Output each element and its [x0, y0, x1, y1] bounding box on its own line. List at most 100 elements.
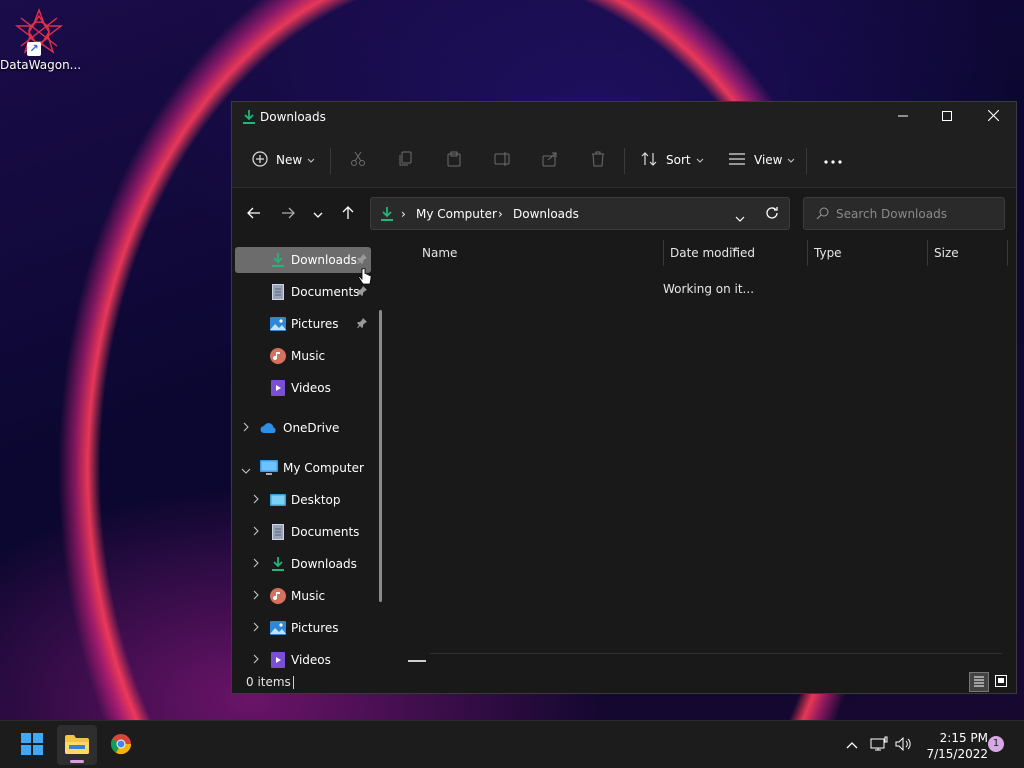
sidebar-item-my-computer[interactable]: My Computer: [235, 455, 371, 481]
more-options-button[interactable]: [824, 132, 842, 188]
document-icon: [269, 283, 287, 301]
arrow-left-icon: [247, 207, 261, 222]
breadcrumb-separator-icon: ›: [401, 207, 406, 221]
share-button[interactable]: [542, 132, 558, 188]
column-header-date-modified[interactable]: Date modified: [670, 246, 755, 260]
column-separator[interactable]: [1007, 240, 1008, 266]
document-icon: [269, 523, 287, 541]
chevron-down-icon: [787, 153, 795, 167]
show-hidden-icons-button[interactable]: [842, 721, 862, 768]
download-icon: [242, 109, 256, 128]
rename-button[interactable]: [494, 132, 512, 188]
sidebar-item-desktop[interactable]: Desktop: [235, 487, 371, 513]
volume-button[interactable]: [893, 721, 915, 768]
toolbar-separator: [806, 148, 807, 174]
column-separator[interactable]: [927, 240, 928, 266]
toolbar-separator: [330, 148, 331, 174]
chevron-right-icon: [253, 557, 259, 571]
maximize-button[interactable]: [924, 102, 970, 132]
network-status-button[interactable]: [868, 721, 890, 768]
recent-locations-button[interactable]: [306, 203, 330, 225]
address-history-dropdown[interactable]: [735, 211, 745, 225]
music-icon: [269, 587, 287, 605]
sidebar-item-videos[interactable]: Videos: [235, 375, 371, 401]
sort-button[interactable]: Sort: [640, 132, 704, 188]
sidebar-item-pictures[interactable]: Pictures: [235, 615, 371, 641]
start-icon: [21, 732, 43, 758]
command-bar: New Sort View: [232, 132, 1016, 188]
cut-button[interactable]: [350, 132, 366, 188]
forward-button[interactable]: [276, 203, 300, 225]
sort-label: Sort: [666, 153, 691, 167]
column-header-name[interactable]: Name: [422, 246, 457, 260]
pin-icon: [357, 317, 367, 331]
up-button[interactable]: [336, 203, 360, 225]
sidebar-item-label: Videos: [291, 653, 331, 667]
navigation-pane-scrollbar[interactable]: [379, 310, 382, 602]
speaker-icon: [895, 736, 913, 754]
chevron-right-icon: [253, 525, 259, 539]
delete-icon: [590, 151, 606, 170]
sidebar-item-downloads[interactable]: Downloads: [235, 551, 371, 577]
title-bar[interactable]: Downloads: [232, 102, 1016, 132]
column-header-size[interactable]: Size: [934, 246, 959, 260]
sidebar-item-documents[interactable]: Documents: [235, 279, 371, 305]
column-header-type[interactable]: Type: [814, 246, 842, 260]
sidebar-item-label: Pictures: [291, 621, 339, 635]
sidebar-item-videos[interactable]: Videos: [235, 647, 371, 672]
loading-status: Working on it...: [663, 282, 755, 296]
share-icon: [542, 151, 558, 170]
pictures-icon: [269, 315, 287, 333]
large-icons-view-icon: [995, 674, 1007, 690]
sidebar-item-label: Pictures: [291, 317, 339, 331]
arrow-up-icon: [342, 205, 354, 223]
system-clock[interactable]: 2:15 PM 7/15/2022: [918, 730, 988, 762]
search-input[interactable]: [836, 204, 996, 224]
breadcrumb-my-computer[interactable]: My Computer: [416, 207, 497, 221]
videos-icon: [269, 651, 287, 669]
paste-button[interactable]: [446, 132, 462, 188]
column-separator[interactable]: [663, 240, 664, 266]
sidebar-item-music[interactable]: Music: [235, 343, 371, 369]
new-button[interactable]: New: [252, 132, 315, 188]
sidebar-item-label: My Computer: [283, 461, 364, 475]
sidebar-item-pictures[interactable]: Pictures: [235, 311, 371, 337]
datawagon-logo-icon: ↗: [14, 8, 64, 56]
sidebar-item-music[interactable]: Music: [235, 583, 371, 609]
copy-icon: [398, 151, 414, 170]
horizontal-scrollbar[interactable]: [408, 660, 426, 662]
details-view-button[interactable]: [969, 672, 989, 692]
minimize-button[interactable]: [880, 102, 926, 132]
arrow-right-icon: [281, 207, 295, 222]
sidebar-item-onedrive[interactable]: OneDrive: [235, 415, 371, 441]
download-icon: [269, 251, 287, 269]
notification-badge[interactable]: 1: [988, 736, 1004, 752]
download-icon: [269, 555, 287, 573]
sidebar-item-downloads[interactable]: Downloads: [235, 247, 371, 273]
monitor-icon: [260, 459, 278, 477]
back-button[interactable]: [242, 203, 266, 225]
chevron-down-icon: [241, 463, 251, 477]
sidebar-item-documents[interactable]: Documents: [235, 519, 371, 545]
breadcrumb-downloads[interactable]: Downloads: [513, 207, 579, 221]
refresh-button[interactable]: [765, 206, 779, 223]
navigation-pane: Downloads Documents Pictures Music Video…: [232, 240, 390, 672]
delete-button[interactable]: [590, 132, 606, 188]
column-separator[interactable]: [807, 240, 808, 266]
taskbar: 2:15 PM 7/15/2022: [0, 720, 1024, 768]
shortcut-arrow-icon: ↗: [27, 42, 41, 56]
view-button[interactable]: View: [728, 132, 795, 188]
address-bar[interactable]: › My Computer › Downloads: [370, 197, 790, 230]
large-icons-view-button[interactable]: [991, 672, 1011, 692]
taskbar-chrome[interactable]: [101, 725, 141, 765]
paste-icon: [446, 151, 462, 170]
search-box[interactable]: [803, 197, 1005, 230]
active-app-indicator: [70, 760, 84, 763]
desktop-shortcut-datawagon[interactable]: ↗ DataWagon...: [0, 8, 81, 72]
start-button[interactable]: [12, 725, 52, 765]
network-icon: [870, 736, 888, 755]
close-button[interactable]: [970, 102, 1016, 132]
videos-icon: [269, 379, 287, 397]
copy-button[interactable]: [398, 132, 414, 188]
taskbar-file-explorer[interactable]: [57, 725, 97, 765]
